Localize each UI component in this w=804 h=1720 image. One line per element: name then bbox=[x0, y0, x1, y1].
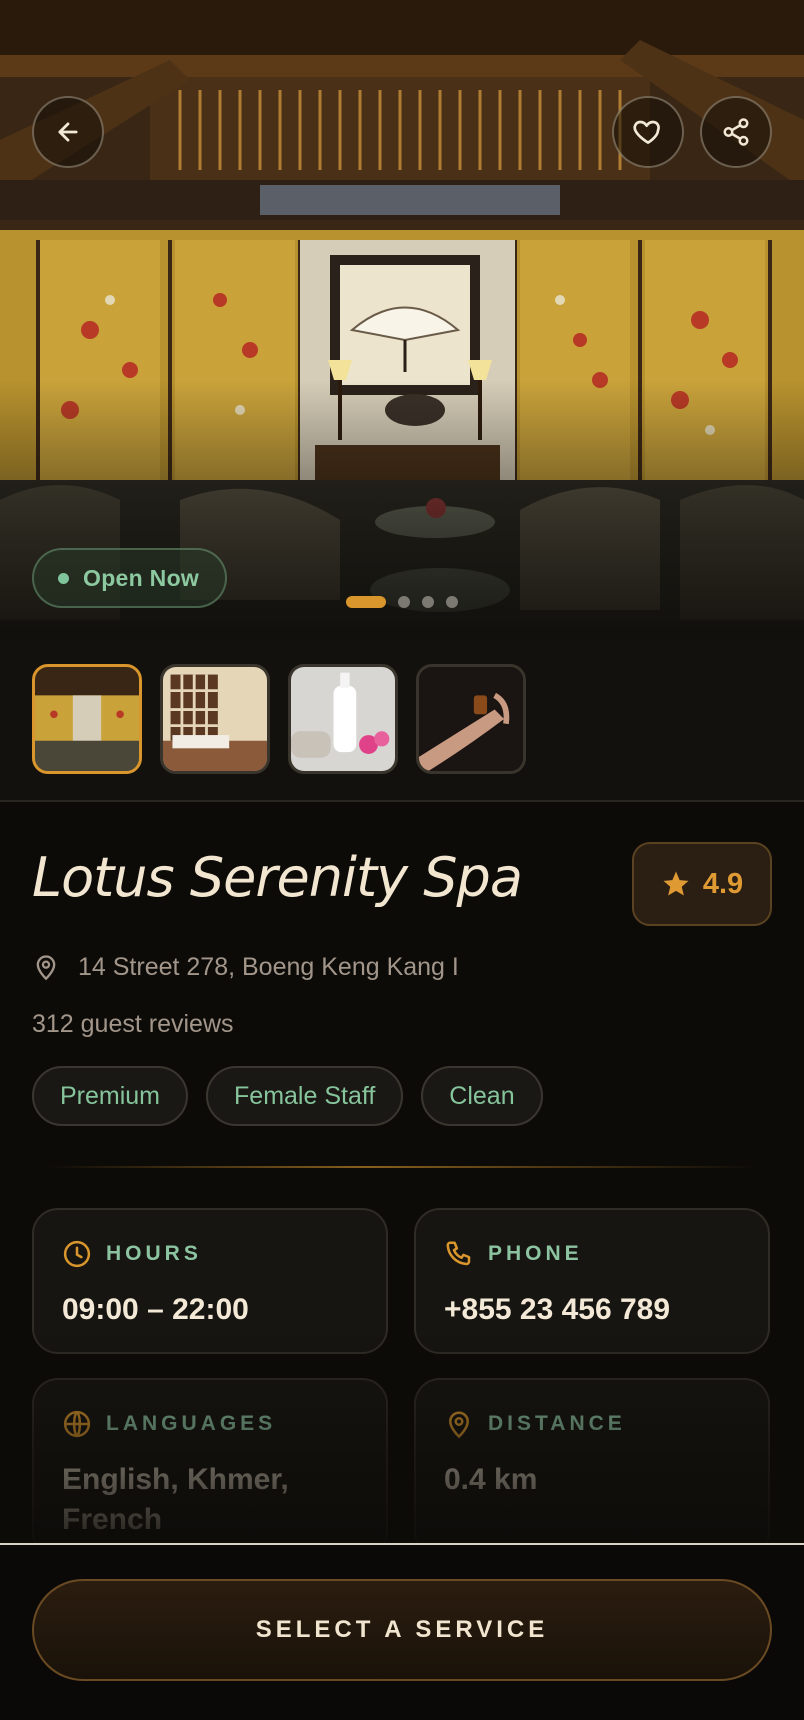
share-icon bbox=[723, 118, 749, 146]
hours-card: HOURS 09:00 – 22:00 bbox=[32, 1208, 388, 1354]
thumbnail-treatment-room[interactable] bbox=[160, 664, 270, 774]
phone-icon bbox=[446, 1241, 471, 1266]
address-text: 14 Street 278, Boeng Keng Kang I bbox=[78, 952, 459, 981]
carousel-indicator bbox=[346, 596, 458, 608]
phone-value[interactable]: +855 23 456 789 bbox=[444, 1290, 740, 1330]
hero-image: Open Now bbox=[0, 0, 804, 640]
distance-label: DISTANCE bbox=[488, 1412, 626, 1435]
address-row: 14 Street 278, Boeng Keng Kang I bbox=[32, 950, 459, 984]
distance-card: DISTANCE 0.4 km bbox=[414, 1378, 770, 1558]
thumbnail-spa-products[interactable] bbox=[288, 664, 398, 774]
location-pin-icon bbox=[36, 955, 56, 981]
languages-value: English, Khmer, French bbox=[62, 1463, 289, 1536]
clock-icon bbox=[63, 1240, 91, 1268]
section-divider bbox=[48, 1166, 756, 1168]
hours-label: HOURS bbox=[106, 1242, 202, 1265]
thumbnail-massage-oil[interactable] bbox=[416, 664, 526, 774]
status-label: Open Now bbox=[83, 564, 200, 591]
favorite-button[interactable] bbox=[612, 96, 684, 168]
arrow-left-icon bbox=[58, 122, 78, 142]
bottom-action-bar: SELECT A SERVICE bbox=[0, 1543, 804, 1720]
distance-value: 0.4 km bbox=[444, 1463, 538, 1496]
globe-icon bbox=[63, 1410, 91, 1438]
carousel-dot-1[interactable] bbox=[346, 596, 386, 608]
gallery-thumbnails bbox=[0, 640, 804, 802]
tags-list: Premium Female Staff Clean bbox=[32, 1066, 543, 1126]
tag-female-staff: Female Staff bbox=[206, 1066, 404, 1126]
thumbnail-spa-products-image bbox=[291, 667, 395, 771]
status-dot bbox=[58, 572, 69, 584]
languages-card: LANGUAGES English, Khmer, French bbox=[32, 1378, 388, 1558]
phone-label: PHONE bbox=[488, 1242, 583, 1265]
thumbnail-treatment-room-image bbox=[163, 667, 267, 771]
status-badge: Open Now bbox=[32, 548, 228, 608]
tag-clean: Clean bbox=[421, 1066, 543, 1126]
tag-premium: Premium bbox=[32, 1066, 189, 1126]
thumbnail-lounge[interactable] bbox=[32, 664, 142, 774]
carousel-dot-4[interactable] bbox=[446, 596, 458, 608]
carousel-dot-2[interactable] bbox=[398, 596, 410, 608]
hours-value: 09:00 – 22:00 bbox=[62, 1293, 249, 1326]
carousel-dot-3[interactable] bbox=[422, 596, 434, 608]
back-button[interactable] bbox=[32, 96, 104, 168]
languages-label: LANGUAGES bbox=[106, 1412, 277, 1435]
select-service-button[interactable]: SELECT A SERVICE bbox=[32, 1579, 772, 1681]
reviews-count[interactable]: 312 guest reviews bbox=[32, 1010, 234, 1039]
rating-badge: 4.9 bbox=[632, 842, 772, 926]
phone-card[interactable]: PHONE +855 23 456 789 bbox=[414, 1208, 770, 1354]
thumbnail-massage-oil-image bbox=[419, 667, 523, 771]
heart-icon bbox=[633, 120, 660, 144]
star-icon bbox=[663, 871, 689, 896]
rating-value: 4.9 bbox=[702, 867, 744, 900]
spa-name: Lotus Serenity Spa bbox=[32, 846, 523, 909]
thumbnail-lounge-image bbox=[35, 667, 139, 771]
share-button[interactable] bbox=[700, 96, 772, 168]
location-pin-icon bbox=[448, 1411, 470, 1439]
